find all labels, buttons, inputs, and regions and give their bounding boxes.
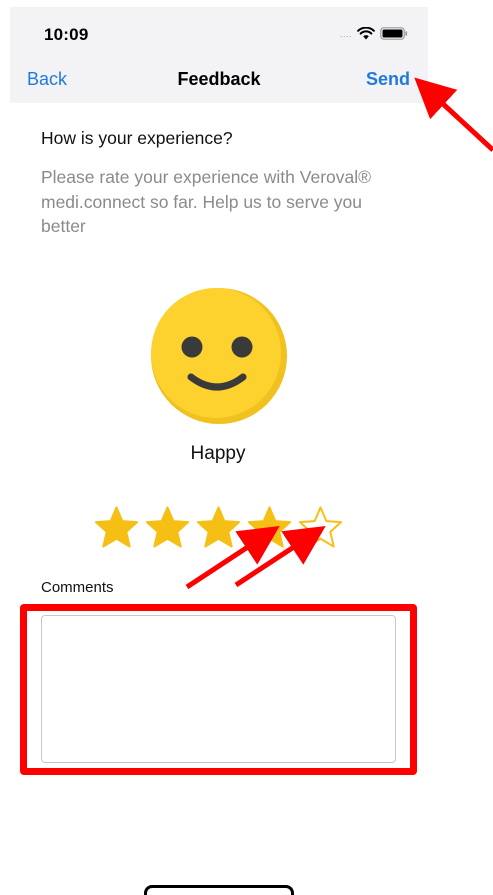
star-1[interactable] <box>93 504 140 550</box>
star-5[interactable] <box>297 504 344 550</box>
status-icons: .... <box>340 27 408 40</box>
smiley-face-icon <box>151 288 287 424</box>
comments-highlight-box <box>20 604 417 775</box>
home-indicator <box>144 885 294 895</box>
send-button[interactable]: Send <box>366 69 410 90</box>
navigation-header: 10:09 .... Back Feedback Send <box>10 7 428 103</box>
arrow-to-send <box>414 77 493 152</box>
question-heading: How is your experience? <box>41 128 233 148</box>
signal-dots: .... <box>339 28 352 39</box>
question-description: Please rate your experience with Veroval… <box>41 167 372 236</box>
battery-icon <box>380 27 408 40</box>
mood-label: Happy <box>190 443 246 464</box>
star-rating <box>93 504 344 550</box>
feedback-screen: 10:09 .... Back Feedback Send How is you… <box>0 0 493 895</box>
phone-screen: 10:09 .... Back Feedback Send How is you… <box>0 0 428 895</box>
star-3[interactable] <box>195 504 242 550</box>
wifi-icon <box>357 27 375 40</box>
status-time: 10:09 <box>44 25 89 44</box>
comments-label: Comments <box>41 579 114 596</box>
star-2[interactable] <box>144 504 191 550</box>
star-4[interactable] <box>246 504 293 550</box>
